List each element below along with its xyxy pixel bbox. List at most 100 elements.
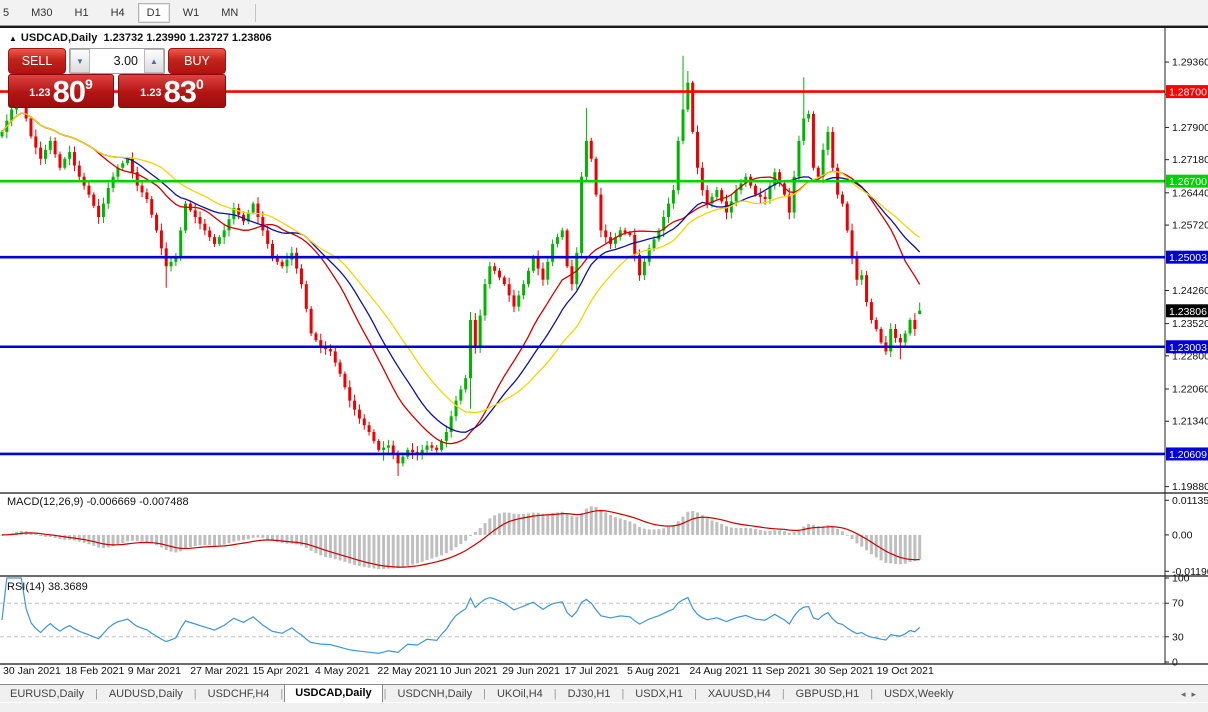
macd-histogram-bar bbox=[778, 530, 782, 535]
tab-ukoil-h4[interactable]: UKOil,H4 bbox=[487, 686, 553, 703]
status-bar bbox=[0, 702, 1208, 712]
macd-histogram-bar bbox=[280, 534, 284, 544]
candle-body bbox=[97, 205, 101, 218]
tab-usdchf-h4[interactable]: USDCHF,H4 bbox=[198, 686, 280, 703]
sell-price-pip: 9 bbox=[85, 76, 93, 92]
timeframe-mn[interactable]: MN bbox=[212, 3, 247, 23]
macd-histogram-bar bbox=[869, 534, 873, 555]
sell-price-box[interactable]: 1.23 80 9 bbox=[8, 74, 114, 108]
timeframe-d1[interactable]: D1 bbox=[137, 2, 170, 23]
macd-histogram-bar bbox=[246, 534, 250, 540]
candle-body bbox=[34, 136, 38, 148]
tab-dj30-h1[interactable]: DJ30,H1 bbox=[558, 686, 621, 703]
macd-histogram-bar bbox=[483, 523, 487, 535]
tab-separator: | bbox=[781, 688, 785, 700]
price-tick-label: 1.21340 bbox=[1172, 416, 1208, 428]
sell-button[interactable]: SELL bbox=[8, 48, 66, 74]
price-chart[interactable]: 1.293601.286401.279001.271801.264401.257… bbox=[0, 28, 1208, 686]
candle-body bbox=[348, 387, 352, 401]
timeframe-m30[interactable]: M30 bbox=[22, 3, 61, 23]
macd-histogram-bar bbox=[425, 534, 429, 561]
toolbar-separator bbox=[255, 3, 257, 22]
macd-histogram-bar bbox=[39, 534, 43, 536]
macd-histogram-bar bbox=[227, 534, 231, 544]
date-axis-label: 22 May 2021 bbox=[377, 665, 438, 677]
timeframe-w1[interactable]: W1 bbox=[174, 3, 209, 23]
date-axis-label: 10 Jun 2021 bbox=[440, 665, 498, 677]
macd-histogram-bar bbox=[217, 534, 221, 546]
date-axis-label: 27 Mar 2021 bbox=[190, 665, 249, 677]
tab-usdcnh-daily[interactable]: USDCNH,Daily bbox=[388, 686, 483, 703]
macd-histogram-bar bbox=[222, 534, 226, 545]
date-axis-label: 18 Feb 2021 bbox=[65, 665, 124, 677]
tab-scroll-arrows[interactable]: ◂▸ bbox=[1181, 689, 1202, 700]
ma-slow-line bbox=[1, 112, 921, 414]
macd-histogram-bar bbox=[493, 515, 497, 535]
candle-body bbox=[48, 140, 52, 150]
macd-histogram-bar bbox=[304, 534, 308, 548]
candle-body bbox=[536, 257, 540, 269]
candle-body bbox=[497, 270, 501, 278]
macd-histogram-bar bbox=[546, 513, 550, 535]
tab-usdx-weekly[interactable]: USDX,Weekly bbox=[874, 686, 963, 703]
macd-histogram-bar bbox=[34, 533, 38, 535]
level-price-badge-text: 1.23003 bbox=[1169, 342, 1207, 354]
candle-body bbox=[101, 203, 105, 218]
tab-eurusd-daily[interactable]: EURUSD,Daily bbox=[0, 686, 94, 703]
buy-price-box[interactable]: 1.23 83 0 bbox=[118, 74, 226, 108]
candle-body bbox=[58, 154, 62, 168]
timeframe-h1[interactable]: H1 bbox=[66, 3, 98, 23]
macd-histogram-bar bbox=[889, 534, 893, 564]
tab-separator: | bbox=[383, 688, 387, 700]
volume-increase-icon[interactable]: ▲ bbox=[144, 49, 164, 73]
macd-histogram-bar bbox=[913, 534, 917, 562]
volume-field[interactable]: 3.00 bbox=[90, 49, 144, 73]
macd-histogram-bar bbox=[464, 534, 468, 541]
tab-audusd-daily[interactable]: AUDUSD,Daily bbox=[99, 686, 193, 703]
volume-decrease-icon[interactable]: ▼ bbox=[70, 49, 90, 73]
macd-histogram-bar bbox=[696, 512, 700, 535]
tab-xauusd-h4[interactable]: XAUUSD,H4 bbox=[698, 686, 781, 703]
candle-body bbox=[787, 194, 791, 213]
timeframe-5[interactable]: 5 bbox=[0, 3, 18, 23]
candle-body bbox=[106, 187, 110, 204]
candle-body bbox=[531, 257, 535, 271]
tab-gbpusd-h1[interactable]: GBPUSD,H1 bbox=[786, 686, 870, 703]
candle-body bbox=[435, 447, 439, 450]
macd-histogram-bar bbox=[700, 515, 704, 535]
candle-body bbox=[541, 268, 545, 280]
price-tick-label: 1.22060 bbox=[1172, 383, 1208, 395]
timeframe-h4[interactable]: H4 bbox=[102, 3, 134, 23]
candle-body bbox=[879, 328, 883, 343]
macd-histogram-bar bbox=[261, 534, 265, 539]
macd-histogram-bar bbox=[101, 534, 105, 549]
tab-separator: | bbox=[483, 688, 486, 700]
macd-histogram-bar bbox=[662, 528, 666, 535]
macd-histogram-bar bbox=[449, 534, 453, 551]
level-price-badge-text: 1.26700 bbox=[1169, 176, 1207, 188]
date-axis-label: 30 Sep 2021 bbox=[814, 665, 874, 677]
chart-tab-bar: EURUSD,Daily | AUDUSD,Daily | USDCHF,H4 | USDC… bbox=[0, 683, 1208, 703]
sell-price-prefix: 1.23 bbox=[29, 87, 51, 99]
tab-usdx-h1[interactable]: USDX,H1 bbox=[625, 686, 693, 703]
candle-body bbox=[411, 449, 415, 453]
macd-histogram-bar bbox=[444, 534, 448, 554]
tab-usdcad-daily[interactable]: USDCAD,Daily bbox=[284, 683, 383, 703]
macd-histogram-bar bbox=[512, 513, 516, 535]
macd-histogram-bar bbox=[256, 534, 260, 538]
buy-button[interactable]: BUY bbox=[168, 48, 226, 74]
candle-body bbox=[425, 445, 429, 450]
date-axis-label: 15 Apr 2021 bbox=[253, 665, 310, 677]
macd-histogram-bar bbox=[749, 528, 753, 535]
candle-body bbox=[758, 194, 762, 197]
price-tick-label: 1.27180 bbox=[1172, 154, 1208, 166]
candle-body bbox=[29, 118, 33, 137]
macd-histogram-bar bbox=[266, 534, 270, 540]
candle-body bbox=[256, 203, 260, 218]
macd-histogram-bar bbox=[855, 534, 859, 544]
candle-body bbox=[0, 131, 4, 137]
macd-histogram-bar bbox=[377, 534, 381, 570]
tab-separator: | bbox=[693, 688, 697, 700]
candle-body bbox=[362, 418, 366, 426]
collapse-icon[interactable]: ▲ bbox=[9, 34, 17, 43]
